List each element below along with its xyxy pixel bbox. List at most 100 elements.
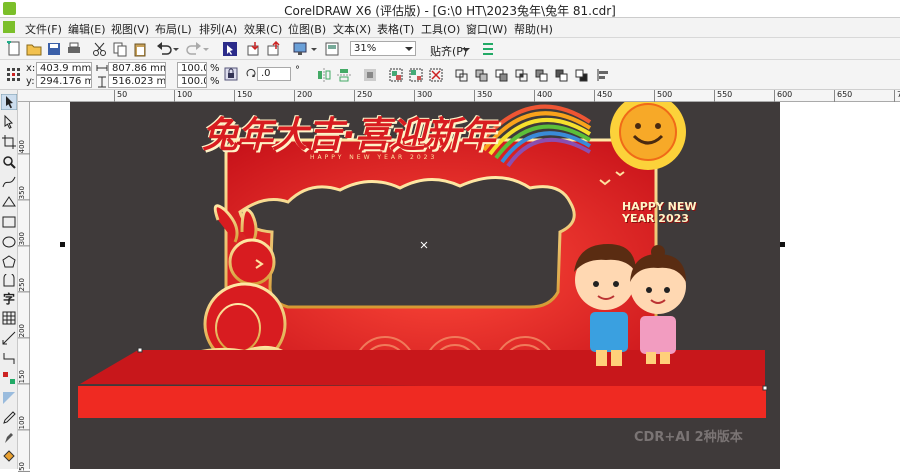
ruler-tick-label: 350 (474, 90, 492, 102)
happy-new-year-strip[interactable]: HAPPY NEW YEAR 2023 (310, 154, 437, 161)
transparency-tool-icon[interactable] (1, 390, 17, 406)
connector-tool-icon[interactable] (1, 350, 17, 366)
crop-tool-icon[interactable] (1, 134, 17, 150)
mirror-horizontal-icon[interactable] (316, 67, 332, 83)
new-document-icon[interactable] (6, 41, 22, 57)
trim-icon[interactable] (494, 67, 510, 83)
menu-text[interactable]: 文本(X) (333, 21, 371, 37)
align-distribute-icon[interactable] (596, 67, 612, 83)
polygon-tool-icon[interactable] (1, 254, 17, 270)
title-bar: CorelDRAW X6 (评估版) - [G:\0 HT\2023兔年\兔年 … (0, 0, 900, 18)
export-icon[interactable] (266, 41, 282, 57)
ruler-tick-label: 350 (18, 186, 30, 201)
menu-window[interactable]: 窗口(W) (466, 21, 507, 37)
save-icon[interactable] (46, 41, 62, 57)
shape-tool-icon[interactable] (1, 114, 17, 130)
snap-dropdown-icon[interactable] (462, 46, 470, 54)
artwork-headline[interactable]: 兔年大吉·喜迎新年 (202, 106, 496, 158)
menu-file[interactable]: 文件(F) (25, 21, 62, 37)
rotate-icon (246, 68, 256, 77)
ruler-tick-label: 300 (414, 90, 432, 102)
smart-drawing-tool-icon[interactable] (1, 194, 17, 210)
undo-icon[interactable] (156, 41, 172, 57)
ruler-tick-label: 250 (18, 278, 30, 293)
front-minus-back-icon[interactable] (554, 67, 570, 83)
menu-edit[interactable]: 编辑(E) (68, 21, 106, 37)
ruler-tick-label: 600 (774, 90, 792, 102)
scale-x-unit: % (210, 63, 220, 74)
scale-x-field[interactable]: 100.0 (177, 62, 207, 75)
simplify-icon[interactable] (534, 67, 550, 83)
menu-arrange[interactable]: 排列(A) (199, 21, 237, 37)
menu-bitmaps[interactable]: 位图(B) (288, 21, 326, 37)
dimension-tool-icon[interactable] (1, 330, 17, 346)
property-bar: x: 403.9 mm y: 294.176 mm 807.86 mm 516.… (0, 60, 900, 90)
outline-pen-tool-icon[interactable] (1, 430, 17, 446)
y-position-field[interactable]: 294.176 mm (36, 75, 92, 88)
undo-dropdown-icon[interactable] (172, 41, 180, 57)
chevron-down-icon (405, 47, 413, 51)
redo-icon[interactable] (186, 41, 202, 57)
ruler-tick-label: 50 (114, 90, 127, 102)
menu-tools[interactable]: 工具(O) (421, 21, 460, 37)
lock-ratio-icon[interactable] (224, 67, 238, 81)
intersect-icon[interactable] (514, 67, 530, 83)
toolbox: 字 (0, 90, 18, 469)
zoom-tool-icon[interactable] (1, 154, 17, 170)
import-icon[interactable] (246, 41, 262, 57)
rotation-angle-field[interactable]: .0 (257, 67, 291, 81)
cut-icon[interactable] (92, 41, 108, 57)
scale-y-field[interactable]: 100.0 (177, 75, 207, 88)
menu-help[interactable]: 帮助(H) (514, 21, 553, 37)
menu-effects[interactable]: 效果(C) (244, 21, 282, 37)
search-content-icon[interactable] (222, 41, 238, 57)
open-folder-icon[interactable] (26, 41, 42, 57)
height-field[interactable]: 516.023 mm (108, 75, 166, 88)
version-watermark: CDR+AI 2种版本 (634, 430, 743, 445)
redo-dropdown-icon[interactable] (202, 41, 210, 57)
horizontal-ruler[interactable]: 50 100 150 200 250 300 350 400 450 500 550 600 650 70… (18, 90, 900, 102)
ruler-tick-label: 400 (18, 140, 30, 155)
zoom-level-select[interactable]: 31% (350, 41, 416, 56)
angle-unit: ° (295, 65, 300, 76)
text-tool-icon[interactable]: 字 (3, 290, 15, 307)
document-icon (3, 21, 15, 33)
options-icon[interactable] (480, 41, 496, 57)
wrap-text-icon[interactable] (362, 67, 378, 83)
print-icon[interactable] (66, 41, 82, 57)
table-tool-icon[interactable] (1, 310, 17, 326)
blend-tool-icon[interactable] (1, 370, 17, 386)
menu-table[interactable]: 表格(T) (377, 21, 414, 37)
back-minus-front-icon[interactable] (574, 67, 590, 83)
copy-icon[interactable] (112, 41, 128, 57)
window-title: CorelDRAW X6 (评估版) - [G:\0 HT\2023兔年\兔年 … (284, 4, 616, 18)
rectangle-tool-icon[interactable] (1, 214, 17, 230)
fill-tool-icon[interactable] (1, 448, 17, 464)
drawing-canvas[interactable]: 兔年大吉·喜迎新年 HAPPY NEW YEAR 2023 HAPPY NEW … (30, 102, 900, 469)
application-launcher-icon[interactable] (292, 41, 308, 57)
mirror-vertical-icon[interactable] (336, 67, 352, 83)
vertical-ruler[interactable]: 400 350 300 250 200 150 100 50 (18, 102, 30, 472)
ruler-tick-label: 700 (894, 90, 900, 102)
ruler-tick-label: 150 (234, 90, 252, 102)
combine-icon[interactable] (454, 67, 470, 83)
width-field[interactable]: 807.86 mm (108, 62, 166, 75)
launcher-dropdown-icon[interactable] (310, 41, 318, 57)
object-origin-icon[interactable] (6, 67, 20, 81)
corner-title-line-2[interactable]: YEAR 2023 (622, 212, 689, 225)
menu-layout[interactable]: 布局(L) (155, 21, 192, 37)
pick-tool-icon[interactable] (1, 94, 17, 110)
ellipse-tool-icon[interactable] (1, 234, 17, 250)
freehand-tool-icon[interactable] (1, 174, 17, 190)
weld-icon[interactable] (474, 67, 490, 83)
ungroup-all-icon[interactable] (428, 67, 444, 83)
paste-icon[interactable] (132, 41, 148, 57)
y-label: y: (26, 76, 35, 87)
menu-view[interactable]: 视图(V) (111, 21, 149, 37)
group-icon[interactable] (388, 67, 404, 83)
x-position-field[interactable]: 403.9 mm (36, 62, 92, 75)
ungroup-icon[interactable] (408, 67, 424, 83)
eyedropper-tool-icon[interactable] (1, 410, 17, 426)
welcome-screen-icon[interactable] (324, 41, 340, 57)
basic-shapes-tool-icon[interactable] (1, 274, 17, 290)
